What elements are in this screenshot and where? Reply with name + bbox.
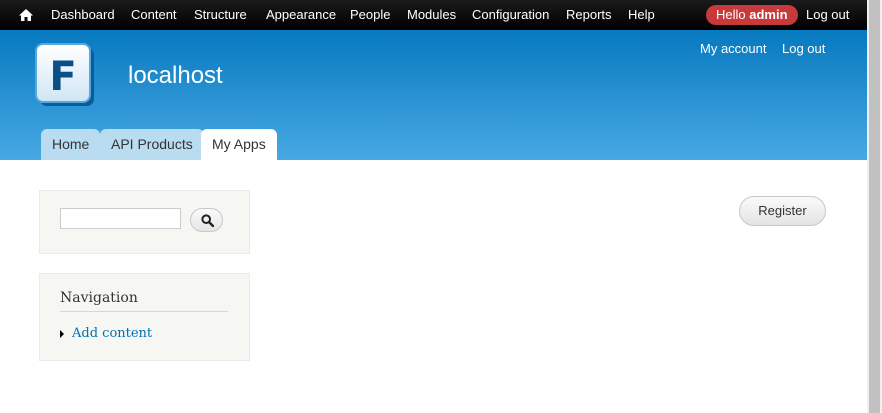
toolbar-item-content[interactable]: Content: [131, 0, 177, 30]
hello-user-badge[interactable]: Hello admin: [706, 5, 798, 25]
site-logo[interactable]: F: [34, 42, 96, 108]
search-block: [39, 190, 250, 254]
toolbar-item-appearance[interactable]: Appearance: [266, 0, 336, 30]
home-icon[interactable]: [18, 7, 34, 23]
logo-letter: F: [49, 54, 76, 100]
navigation-title: Navigation: [60, 290, 228, 312]
tab-home[interactable]: Home: [41, 129, 101, 160]
admin-toolbar: Dashboard Content Structure Appearance P…: [0, 0, 867, 30]
toolbar-item-dashboard[interactable]: Dashboard: [51, 0, 115, 30]
hello-prefix: Hello: [716, 7, 750, 22]
tab-api-products[interactable]: API Products: [100, 129, 204, 160]
toolbar-item-configuration[interactable]: Configuration: [472, 0, 549, 30]
search-button[interactable]: [190, 208, 223, 232]
hello-username: admin: [749, 7, 788, 22]
search-icon: [201, 214, 214, 227]
navigation-block: Navigation Add content: [39, 273, 250, 361]
site-header: F localhost My account Log out Home API …: [0, 30, 867, 160]
site-name[interactable]: localhost: [128, 62, 223, 90]
toolbar-item-modules[interactable]: Modules: [407, 0, 456, 30]
bullet-icon: [60, 329, 64, 338]
my-account-link[interactable]: My account: [700, 41, 766, 56]
vertical-scrollbar[interactable]: [867, 0, 882, 413]
header-logout-link[interactable]: Log out: [782, 41, 825, 56]
toolbar-item-help[interactable]: Help: [628, 0, 655, 30]
toolbar-item-reports[interactable]: Reports: [566, 0, 612, 30]
toolbar-item-people[interactable]: People: [350, 0, 390, 30]
toolbar-logout-link[interactable]: Log out: [806, 0, 849, 30]
toolbar-item-structure[interactable]: Structure: [194, 0, 247, 30]
nav-link-label: Add content: [72, 326, 153, 341]
register-button[interactable]: Register: [739, 196, 826, 226]
search-input[interactable]: [60, 208, 181, 229]
nav-link-add-content[interactable]: Add content: [60, 326, 152, 341]
tab-my-apps[interactable]: My Apps: [201, 129, 277, 160]
scrollbar-thumb[interactable]: [869, 0, 880, 413]
